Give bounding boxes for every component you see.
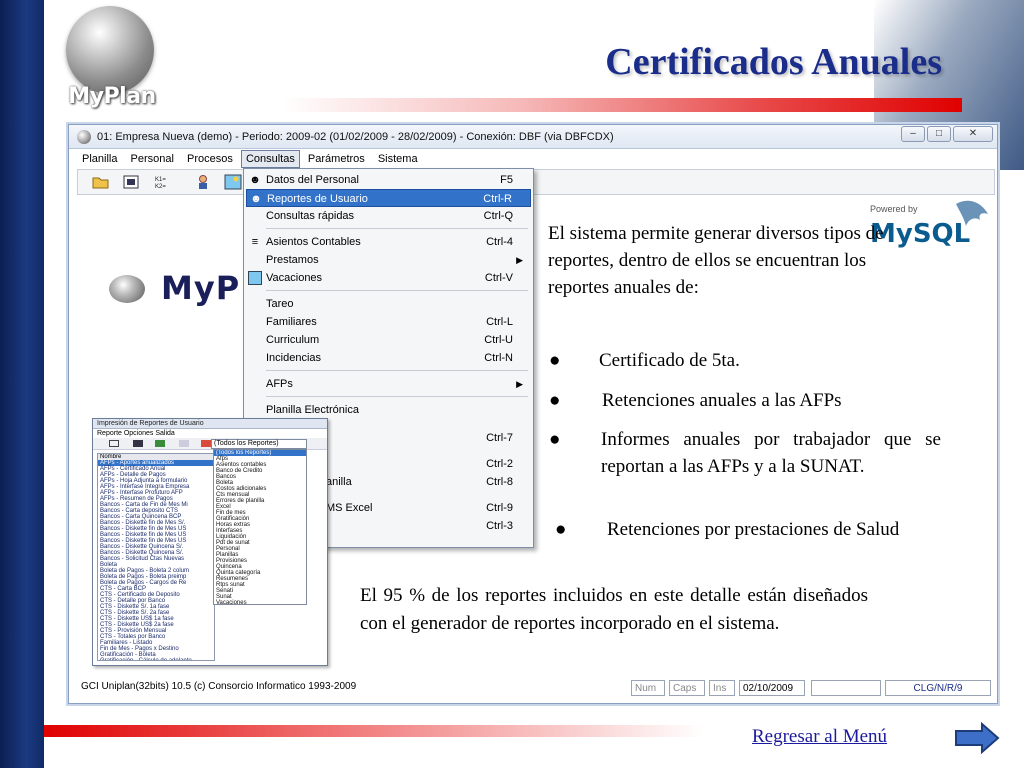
menu-parametros[interactable]: Parámetros: [303, 150, 370, 168]
beach-icon: [248, 271, 262, 285]
status-copyright: GCI Uniplan(32bits) 10.5 (c) Consorcio I…: [81, 681, 357, 692]
minimize-button[interactable]: –: [901, 126, 925, 142]
menu-item-vacaciones[interactable]: Vacaciones Ctrl-V: [246, 269, 531, 287]
exit-icon[interactable]: [201, 440, 211, 447]
excel-icon[interactable]: [155, 440, 165, 447]
ledger-icon: ≡: [251, 236, 259, 248]
app-icon: [77, 130, 91, 144]
close-button[interactable]: ✕: [953, 126, 993, 142]
person-icon[interactable]: [194, 174, 212, 190]
menu-consultas[interactable]: Consultas: [240, 150, 300, 168]
bullet-dot-icon: ●: [549, 429, 561, 450]
window-titlebar: 01: Empresa Nueva (demo) - Periodo: 2009…: [69, 125, 997, 149]
menu-item-consultas-rapidas[interactable]: Consultas rápidas Ctrl-Q: [246, 207, 531, 225]
bullet-dot-icon: ●: [549, 350, 561, 371]
menu-separator: [266, 396, 528, 397]
status-date: 02/10/2009: [739, 680, 805, 696]
menu-separator: [266, 290, 528, 291]
svg-text:K2=: K2=: [155, 184, 166, 190]
left-decor-bar: [0, 0, 44, 768]
mini-logo-text: MyP: [161, 269, 241, 307]
print-icon[interactable]: [109, 440, 119, 447]
bottom-paragraph: El 95 % de los reportes incluidos en est…: [360, 585, 868, 634]
toolbar: K1= K2=: [77, 169, 995, 195]
title-rule: [282, 98, 962, 112]
statusbar: GCI Uniplan(32bits) 10.5 (c) Consorcio I…: [77, 679, 995, 697]
screen-icon[interactable]: [133, 440, 143, 447]
person-icon: ☻: [249, 174, 261, 186]
open-folder-icon[interactable]: [92, 174, 110, 190]
report-window-menu: Reporte Opciones Salida: [97, 430, 175, 437]
bullet-item: ● Retenciones por prestaciones de Salud: [555, 516, 965, 572]
menu-sistema[interactable]: Sistema: [373, 150, 423, 168]
myplan-logo-text: MyPlan: [68, 84, 156, 109]
menu-item-incidencias[interactable]: Incidencias Ctrl-N: [246, 349, 531, 367]
intro-paragraph: El sistema permite generar diversos tipo…: [548, 223, 884, 298]
submenu-arrow-icon: ▶: [516, 379, 523, 389]
beach-icon[interactable]: [224, 174, 242, 190]
status-caps: Caps: [669, 680, 705, 696]
menu-personal[interactable]: Personal: [126, 150, 179, 168]
menu-item-planilla-electronica[interactable]: Planilla Electrónica: [246, 401, 531, 419]
status-num: Num: [631, 680, 665, 696]
slide-title: Certificados Anuales: [605, 41, 942, 83]
window-title: 01: Empresa Nueva (demo) - Periodo: 2009…: [97, 131, 614, 143]
menubar: Planilla Personal Procesos Consultas Par…: [77, 150, 997, 168]
report-category-select[interactable]: (Todos los Reportes): [211, 439, 307, 449]
sort-icon[interactable]: K1=K2=: [154, 174, 172, 190]
edit-icon[interactable]: [179, 440, 189, 447]
menu-separator: [266, 370, 528, 371]
bullet-item: ● Informes anuales por trabajador que se…: [549, 426, 949, 510]
myplan-logo-icon: [66, 6, 154, 94]
window-icon[interactable]: [122, 174, 140, 190]
status-empty: [811, 680, 881, 696]
report-list-item[interactable]: Gratificación - Cálculo de adelanto: [98, 658, 214, 660]
report-category-list[interactable]: (Todos los Reportes) Afps Asientos contabl…: [213, 449, 307, 605]
submenu-arrow-icon: ▶: [516, 255, 523, 265]
bullet-dot-icon: ●: [555, 519, 567, 540]
menu-item-tareo[interactable]: Tareo: [246, 295, 531, 313]
menu-item-datos-personal[interactable]: ☻ Datos del Personal F5: [246, 171, 531, 189]
window-controls: – □ ✕: [901, 126, 993, 142]
users-icon: ☻: [250, 193, 262, 205]
menu-planilla[interactable]: Planilla: [77, 150, 122, 168]
report-list[interactable]: Nombre AFPs - Aportes anualizados AFPs - …: [97, 453, 215, 661]
bottom-rule: [44, 725, 704, 737]
maximize-button[interactable]: □: [927, 126, 951, 142]
menu-item-prestamos[interactable]: Prestamos ▶: [246, 251, 531, 269]
category-list-item[interactable]: Vacaciones: [214, 600, 306, 604]
status-ins: Ins: [709, 680, 735, 696]
menu-item-afps[interactable]: AFPs ▶: [246, 375, 531, 393]
mini-logo-icon: [109, 275, 145, 303]
menu-item-curriculum[interactable]: Curriculum Ctrl-U: [246, 331, 531, 349]
menu-separator: [266, 228, 528, 229]
menu-item-asientos-contables[interactable]: ≡ Asientos Contables Ctrl-4: [246, 233, 531, 251]
menu-procesos[interactable]: Procesos: [182, 150, 238, 168]
menu-item-reportes-usuario[interactable]: ☻ Reportes de Usuario Ctrl-R: [246, 189, 531, 207]
report-print-window: Impresión de Reportes de Usuario Reporte…: [92, 418, 328, 666]
menu-item-familiares[interactable]: Familiares Ctrl-L: [246, 313, 531, 331]
back-to-menu-link[interactable]: Regresar al Menú: [752, 726, 887, 748]
report-window-title: Impresión de Reportes de Usuario: [93, 419, 327, 429]
status-code: CLG/N/R/9: [885, 680, 991, 696]
svg-text:K1=: K1=: [155, 177, 166, 183]
bullet-item: ● Retenciones anuales a las AFPs: [549, 387, 929, 415]
powered-by-text: Powered by: [870, 204, 918, 214]
bullet-item: ● Certificado de 5ta.: [549, 347, 929, 375]
right-arrow-icon[interactable]: [954, 722, 1000, 754]
bullet-dot-icon: ●: [549, 390, 561, 411]
